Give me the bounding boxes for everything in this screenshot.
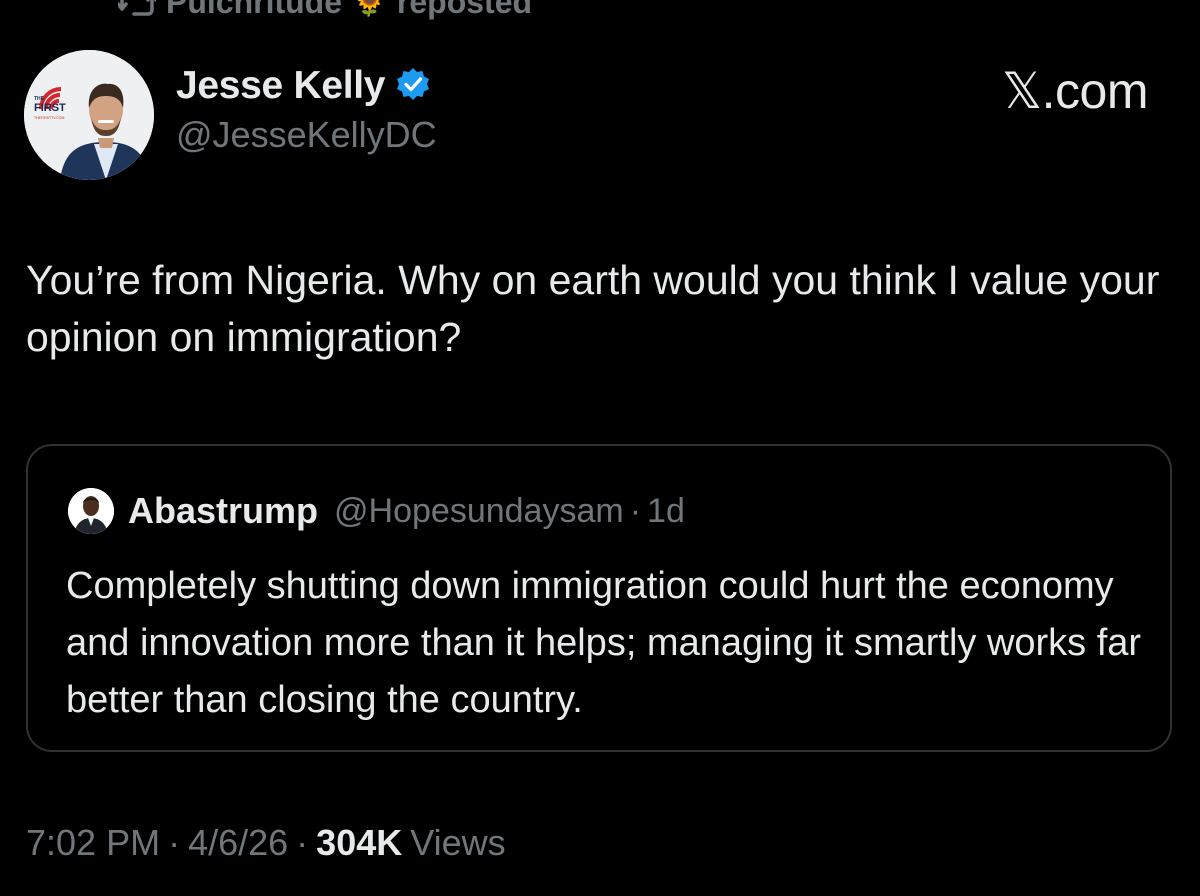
avatar-logo-main: FIRST [34, 102, 66, 114]
quoted-author-avatar[interactable] [68, 488, 114, 534]
quoted-tweet-card[interactable]: Abastrump @Hopesundaysam · 1d Completely… [26, 444, 1172, 752]
tweet-body: You’re from Nigeria. Why on earth would … [26, 257, 1160, 360]
verified-badge-icon [395, 66, 431, 107]
quoted-tweet-body: Completely shutting down immigration cou… [66, 565, 1142, 721]
repost-user[interactable]: Pulchritude [166, 0, 342, 21]
repost-icon [118, 0, 156, 18]
author-avatar[interactable]: THE FIRST THEFIRSTTV.COM [24, 50, 154, 180]
x-brand-label: 𝕏.com [1001, 63, 1149, 119]
author-header: Jesse Kelly @JesseKellyDC [176, 64, 437, 156]
tweet-time[interactable]: 7:02 PM [26, 822, 160, 864]
quoted-tweet-header: Abastrump @Hopesundaysam · 1d [68, 488, 685, 534]
tweet-date[interactable]: 4/6/26 [188, 822, 288, 864]
views-label[interactable]: Views [410, 822, 505, 864]
quoted-author-handle[interactable]: @Hopesundaysam [334, 492, 624, 531]
avatar-logo-sub: THEFIRSTTV.COM [34, 116, 64, 120]
tweet-meta: 7:02 PM · 4/6/26 · 304K Views [26, 822, 506, 864]
meta-separator: · [168, 822, 181, 863]
repost-indicator[interactable]: Pulchritude 🌻 reposted [118, 0, 532, 22]
views-count[interactable]: 304K [316, 822, 402, 864]
repost-label: reposted [396, 0, 533, 20]
meta-separator: · [296, 822, 309, 863]
quoted-timestamp[interactable]: 1d [647, 492, 685, 531]
author-name[interactable]: Jesse Kelly [176, 64, 386, 108]
sunflower-emoji-icon: 🌻 [352, 0, 387, 17]
author-handle[interactable]: @JesseKellyDC [176, 114, 437, 156]
quoted-meta-separator: · [629, 491, 642, 530]
quoted-author-name[interactable]: Abastrump [128, 490, 318, 532]
